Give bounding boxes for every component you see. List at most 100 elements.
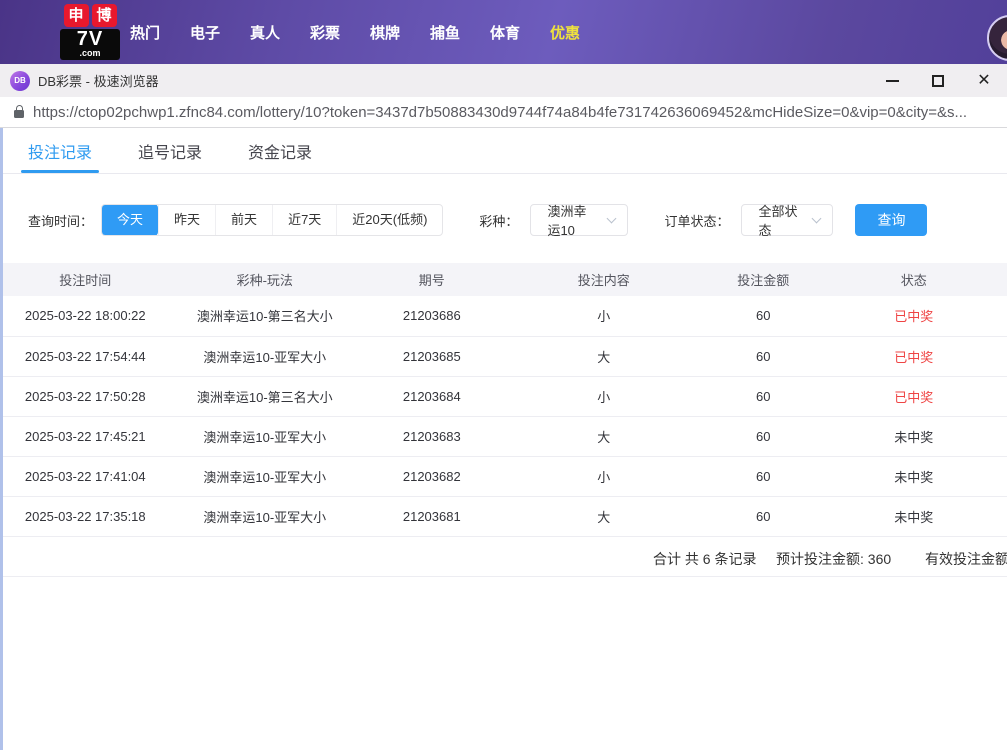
- time-filter-label: 查询时间：: [28, 211, 93, 230]
- ssl-lock-icon[interactable]: [14, 110, 24, 118]
- table-body: 2025-03-22 18:00:22 澳洲幸运10-第三名大小 2120368…: [3, 296, 1007, 536]
- bet-content-cell: 小: [502, 456, 706, 496]
- window-title: DB彩票 - 极速浏览器: [38, 71, 159, 90]
- logo-char-2: 博: [92, 4, 117, 27]
- nav-fishing[interactable]: 捕鱼: [430, 22, 460, 43]
- bet-amount-cell: 60: [706, 336, 821, 376]
- minimize-button[interactable]: [869, 64, 915, 97]
- close-button[interactable]: ✕: [961, 64, 1007, 97]
- lottery-select[interactable]: 澳洲幸运10: [530, 204, 628, 236]
- table-row: 2025-03-22 17:54:44 澳洲幸运10-亚军大小 21203685…: [3, 336, 1007, 376]
- bet-amount-cell: 60: [706, 496, 821, 536]
- status-cell: 未中奖: [821, 456, 1007, 496]
- table-row: 2025-03-22 17:50:28 澳洲幸运10-第三名大小 2120368…: [3, 376, 1007, 416]
- lottery-filter-label: 彩种：: [479, 211, 518, 230]
- game-play-cell: 澳洲幸运10-亚军大小: [168, 496, 362, 536]
- col-bet-content: 投注内容: [502, 263, 706, 296]
- col-issue: 期号: [362, 263, 502, 296]
- browser-favicon-icon: DB: [10, 71, 30, 91]
- filter-last-7-days[interactable]: 近7天: [272, 205, 336, 235]
- status-cell: 未中奖: [821, 416, 1007, 456]
- game-play-cell: 澳洲幸运10-亚军大小: [168, 336, 362, 376]
- order-status-value: 全部状态: [758, 201, 803, 239]
- nav-hot[interactable]: 热门: [130, 22, 160, 43]
- logo-suffix-text: .com: [63, 49, 117, 57]
- user-avatar[interactable]: [987, 15, 1007, 61]
- bet-amount-cell: 60: [706, 376, 821, 416]
- browser-titlebar: DB DB彩票 - 极速浏览器 ✕: [0, 64, 1007, 97]
- bet-records-table: 投注时间 彩种-玩法 期号 投注内容 投注金额 状态 2025-03-22 18…: [3, 263, 1007, 537]
- minimize-icon: [886, 80, 899, 82]
- issue-cell: 21203684: [362, 376, 502, 416]
- filter-yesterday[interactable]: 昨天: [158, 205, 215, 235]
- table-row: 2025-03-22 17:35:18 澳洲幸运10-亚军大小 21203681…: [3, 496, 1007, 536]
- nav-chess[interactable]: 棋牌: [370, 22, 400, 43]
- order-status-select[interactable]: 全部状态: [741, 204, 833, 236]
- issue-cell: 21203683: [362, 416, 502, 456]
- nav-lottery[interactable]: 彩票: [310, 22, 340, 43]
- bet-time-cell: 2025-03-22 17:35:18: [3, 496, 168, 536]
- tab-fund-records[interactable]: 资金记录: [248, 128, 312, 173]
- filter-bar: 查询时间： 今天 昨天 前天 近7天 近20天(低频) 彩种： 澳洲幸运10 订…: [28, 204, 1007, 236]
- url-text[interactable]: https://ctop02pchwp1.zfnc84.com/lottery/…: [33, 104, 967, 121]
- status-cell: 已中奖: [821, 336, 1007, 376]
- game-play-cell: 澳洲幸运10-第三名大小: [168, 376, 362, 416]
- summary-bar: 合计 共 6 条记录 预计投注金额: 360 有效投注金额: [3, 537, 1007, 577]
- issue-cell: 21203685: [362, 336, 502, 376]
- bet-content-cell: 小: [502, 296, 706, 336]
- game-play-cell: 澳洲幸运10-亚军大小: [168, 416, 362, 456]
- page-content: 投注记录 追号记录 资金记录 查询时间： 今天 昨天 前天 近7天 近20天(低…: [0, 128, 1007, 750]
- main-nav: 热门 电子 真人 彩票 棋牌 捕鱼 体育 优惠: [130, 22, 580, 43]
- bet-amount-cell: 60: [706, 456, 821, 496]
- maximize-icon: [932, 75, 944, 87]
- logo-char-1: 申: [64, 4, 89, 27]
- bet-time-cell: 2025-03-22 17:50:28: [3, 376, 168, 416]
- logo-main-text: 7V: [63, 30, 117, 49]
- col-bet-amount: 投注金额: [706, 263, 821, 296]
- table-row: 2025-03-22 18:00:22 澳洲幸运10-第三名大小 2120368…: [3, 296, 1007, 336]
- filter-last-20-days[interactable]: 近20天(低频): [336, 205, 442, 235]
- nav-slots[interactable]: 电子: [190, 22, 220, 43]
- bet-amount-cell: 60: [706, 296, 821, 336]
- col-bet-time: 投注时间: [3, 263, 168, 296]
- search-button[interactable]: 查询: [855, 204, 927, 236]
- nav-live[interactable]: 真人: [250, 22, 280, 43]
- summary-total-records: 合计 共 6 条记录: [653, 549, 756, 569]
- issue-cell: 21203681: [362, 496, 502, 536]
- tab-chase-records[interactable]: 追号记录: [138, 128, 202, 173]
- status-cell: 已中奖: [821, 376, 1007, 416]
- filter-today[interactable]: 今天: [102, 204, 158, 236]
- col-game-play: 彩种-玩法: [168, 263, 362, 296]
- summary-expected-amount: 预计投注金额: 360: [776, 549, 891, 569]
- issue-cell: 21203682: [362, 456, 502, 496]
- bet-time-cell: 2025-03-22 17:54:44: [3, 336, 168, 376]
- time-filter-group: 今天 昨天 前天 近7天 近20天(低频): [101, 204, 443, 236]
- issue-cell: 21203686: [362, 296, 502, 336]
- game-play-cell: 澳洲幸运10-第三名大小: [168, 296, 362, 336]
- bet-content-cell: 小: [502, 376, 706, 416]
- bet-time-cell: 2025-03-22 17:41:04: [3, 456, 168, 496]
- bet-time-cell: 2025-03-22 18:00:22: [3, 296, 168, 336]
- status-cell: 已中奖: [821, 296, 1007, 336]
- bet-time-cell: 2025-03-22 17:45:21: [3, 416, 168, 456]
- chevron-down-icon: [812, 214, 822, 224]
- maximize-button[interactable]: [915, 64, 961, 97]
- game-play-cell: 澳洲幸运10-亚军大小: [168, 456, 362, 496]
- table-header-row: 投注时间 彩种-玩法 期号 投注内容 投注金额 状态: [3, 263, 1007, 296]
- site-logo[interactable]: 申 博 7V .com: [60, 4, 120, 60]
- tab-bet-records[interactable]: 投注记录: [28, 128, 92, 173]
- col-status: 状态: [821, 263, 1007, 296]
- filter-day-before[interactable]: 前天: [215, 205, 272, 235]
- summary-valid-amount: 有效投注金额: [925, 549, 1007, 569]
- order-status-label: 订单状态：: [664, 211, 729, 230]
- nav-sports[interactable]: 体育: [490, 22, 520, 43]
- site-banner: 申 博 7V .com 热门 电子 真人 彩票 棋牌 捕鱼 体育 优惠: [0, 0, 1007, 64]
- nav-promo[interactable]: 优惠: [550, 22, 580, 43]
- bet-content-cell: 大: [502, 416, 706, 456]
- table-row: 2025-03-22 17:45:21 澳洲幸运10-亚军大小 21203683…: [3, 416, 1007, 456]
- close-icon: ✕: [977, 73, 990, 89]
- table-row: 2025-03-22 17:41:04 澳洲幸运10-亚军大小 21203682…: [3, 456, 1007, 496]
- lottery-select-value: 澳洲幸运10: [547, 201, 598, 239]
- bet-content-cell: 大: [502, 496, 706, 536]
- address-bar[interactable]: https://ctop02pchwp1.zfnc84.com/lottery/…: [0, 97, 1007, 128]
